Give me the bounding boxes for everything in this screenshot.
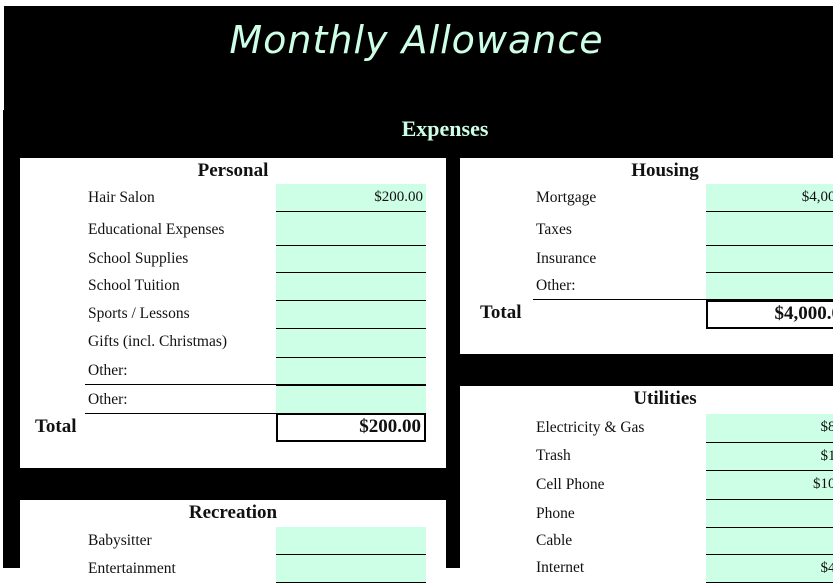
other-2-input[interactable] [276, 386, 426, 414]
row-label: Entertainment [88, 560, 176, 577]
row-label: Educational Expenses [88, 221, 225, 238]
utilities-panel: Utilities Electricity & Gas $80 Trash $1… [460, 386, 833, 583]
gifts-input[interactable] [276, 329, 426, 358]
row-label: School Tuition [88, 277, 180, 294]
page-title: Monthly Allowance [229, 18, 604, 62]
mortgage-input[interactable]: $4,000 [706, 184, 833, 212]
row-label: Hair Salon [88, 189, 155, 206]
row-label: Taxes [536, 221, 572, 238]
personal-panel: Personal Hair Salon $200.00 Educational … [20, 158, 446, 468]
school-tuition-input[interactable] [276, 273, 426, 301]
row-label: Insurance [536, 250, 597, 267]
cell-phone-input[interactable]: $100 [706, 471, 833, 500]
divider [85, 384, 426, 385]
housing-total-label: Total [480, 302, 522, 323]
entertainment-input[interactable] [276, 555, 426, 583]
recreation-title: Recreation [188, 502, 278, 523]
personal-title: Personal [197, 160, 269, 181]
row-label: Cell Phone [536, 476, 605, 493]
babysitter-input[interactable] [276, 527, 426, 555]
row-label: Sports / Lessons [88, 305, 190, 322]
row-label[interactable]: Other: [536, 277, 576, 295]
housing-title: Housing [631, 160, 699, 181]
school-supplies-input[interactable] [276, 246, 426, 273]
section-heading-expenses: Expenses [401, 116, 489, 141]
recreation-panel: Recreation Babysitter Entertainment [20, 500, 446, 583]
housing-total-value: $4,000.0 [706, 300, 833, 329]
electricity-gas-input[interactable]: $80 [706, 414, 833, 443]
personal-total-label: Total [35, 416, 77, 437]
housing-panel: Housing Mortgage $4,000 Taxes Insurance … [460, 158, 833, 354]
personal-total-value: $200.00 [276, 413, 426, 442]
hair-salon-input[interactable]: $200.00 [276, 184, 426, 212]
educational-expenses-input[interactable] [276, 212, 426, 246]
cable-input[interactable] [706, 528, 833, 555]
row-label: Mortgage [536, 189, 597, 206]
row-label: Cable [536, 532, 573, 549]
row-label[interactable]: Other: [88, 362, 128, 380]
other-housing-input[interactable] [706, 273, 833, 301]
utilities-title: Utilities [633, 388, 697, 409]
sports-lessons-input[interactable] [276, 301, 426, 329]
row-label: School Supplies [88, 250, 189, 267]
row-label: Gifts (incl. Christmas) [88, 333, 228, 350]
row-label: Phone [536, 505, 575, 522]
phone-input[interactable] [706, 500, 833, 528]
row-label[interactable]: Other: [88, 391, 128, 409]
row-label: Electricity & Gas [536, 419, 645, 436]
other-1-input[interactable] [276, 358, 426, 386]
internet-input[interactable]: $40 [706, 555, 833, 583]
row-label: Internet [536, 559, 585, 576]
taxes-input[interactable] [706, 212, 833, 246]
trash-input[interactable]: $10 [706, 443, 833, 471]
insurance-input[interactable] [706, 246, 833, 273]
row-label: Trash [536, 447, 571, 464]
row-label: Babysitter [88, 532, 152, 549]
